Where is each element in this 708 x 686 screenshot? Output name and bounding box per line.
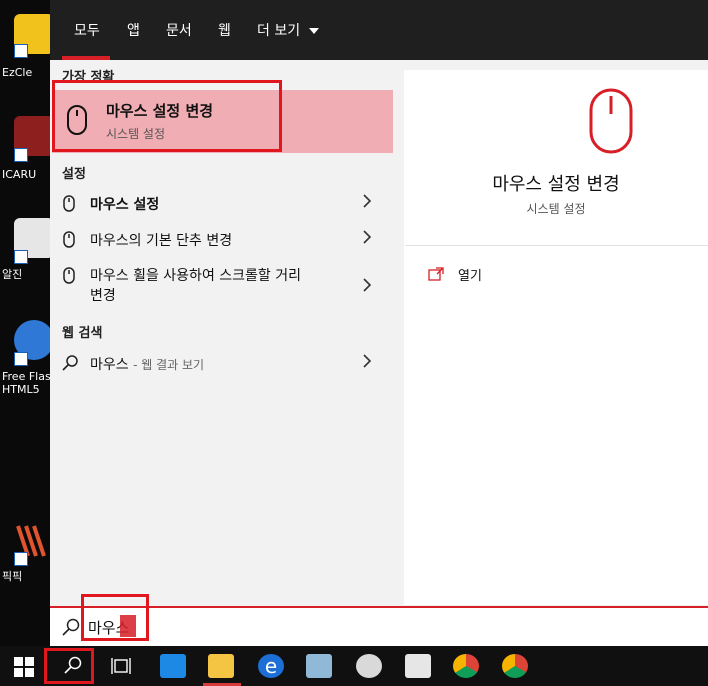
chevron-right-icon [363, 354, 372, 368]
highlight-box-search-input [81, 594, 149, 641]
chevron-right-icon [363, 194, 372, 208]
settings-item-label: 마우스의 기본 단추 변경 [90, 233, 233, 249]
desktop: EzCle ICARU 알진 Free Flas HTML5 픽픽 [0, 0, 50, 646]
highlight-box-taskbar-search [44, 648, 94, 684]
preview-divider [405, 245, 708, 246]
chevron-right-icon [363, 230, 372, 244]
tab-bar: 모두 앱 문서 웹 더 보기 [50, 0, 708, 60]
tab-more-label: 더 보기 [257, 23, 301, 39]
shortcut-arrow-icon [14, 44, 28, 58]
desktop-label-ezclean: EzCle [2, 66, 33, 79]
preview-pane: 마우스 설정 변경 시스템 설정 열기 [404, 70, 708, 605]
desktop-label-alzip: 알진 [2, 268, 23, 281]
search-icon [62, 618, 80, 636]
tab-more[interactable]: 더 보기 [257, 20, 319, 40]
desktop-label-icarus: ICARU [2, 168, 37, 181]
shortcut-arrow-icon [14, 148, 28, 162]
search-icon [62, 355, 78, 371]
settings-item-primary-button[interactable]: 마우스의 기본 단추 변경 [50, 230, 393, 250]
open-label: 열기 [458, 269, 482, 284]
app-icon-3[interactable] [405, 654, 431, 678]
calendar-icon[interactable] [160, 654, 186, 678]
windows-start-icon[interactable] [14, 657, 34, 677]
shortcut-arrow-icon [14, 552, 28, 566]
tab-apps[interactable]: 앱 [127, 20, 140, 40]
tab-web[interactable]: 웹 [218, 20, 231, 40]
section-settings: 설정 [62, 167, 86, 182]
tab-all[interactable]: 모두 [74, 20, 100, 40]
web-search-query: 마우스 - 웹 결과 보기 [90, 357, 205, 373]
settings-item-mouse[interactable]: 마우스 설정 [50, 194, 393, 214]
app-icon[interactable] [306, 654, 332, 678]
tab-documents[interactable]: 문서 [166, 20, 192, 40]
mouse-icon [63, 231, 75, 248]
chevron-right-icon [363, 278, 372, 292]
open-icon [428, 267, 444, 281]
desktop-label-picpick: 픽픽 [2, 570, 23, 583]
settings-item-label: 마우스 설정 [90, 197, 160, 213]
task-view-icon[interactable] [111, 656, 131, 676]
shortcut-arrow-icon [14, 250, 28, 264]
settings-item-scroll-distance[interactable]: 마우스 휠을 사용하여 스크롤할 거리 변경 [50, 266, 393, 306]
chevron-down-icon [308, 28, 319, 34]
desktop-label-flash: Free Flas HTML5 [2, 370, 50, 396]
settings-item-label: 마우스 휠을 사용하여 스크롤할 거리 변경 [90, 268, 301, 304]
section-web-search: 웹 검색 [62, 326, 103, 341]
web-search-item[interactable]: 마우스 - 웹 결과 보기 [50, 354, 393, 374]
open-button[interactable]: 열기 [428, 265, 548, 285]
chrome-icon-2[interactable] [502, 654, 528, 678]
shortcut-arrow-icon [14, 352, 28, 366]
mouse-icon [63, 195, 75, 212]
file-explorer-icon[interactable] [208, 654, 234, 678]
preview-title: 마우스 설정 변경 [492, 174, 620, 195]
app-icon-2[interactable] [356, 654, 382, 678]
chrome-icon[interactable] [453, 654, 479, 678]
taskbar: e [0, 646, 708, 686]
mouse-icon [63, 267, 75, 284]
preview-subtitle: 시스템 설정 [526, 202, 586, 216]
edge-icon[interactable]: e [258, 654, 284, 678]
mouse-icon [589, 88, 633, 154]
highlight-box-best-match [52, 80, 282, 152]
